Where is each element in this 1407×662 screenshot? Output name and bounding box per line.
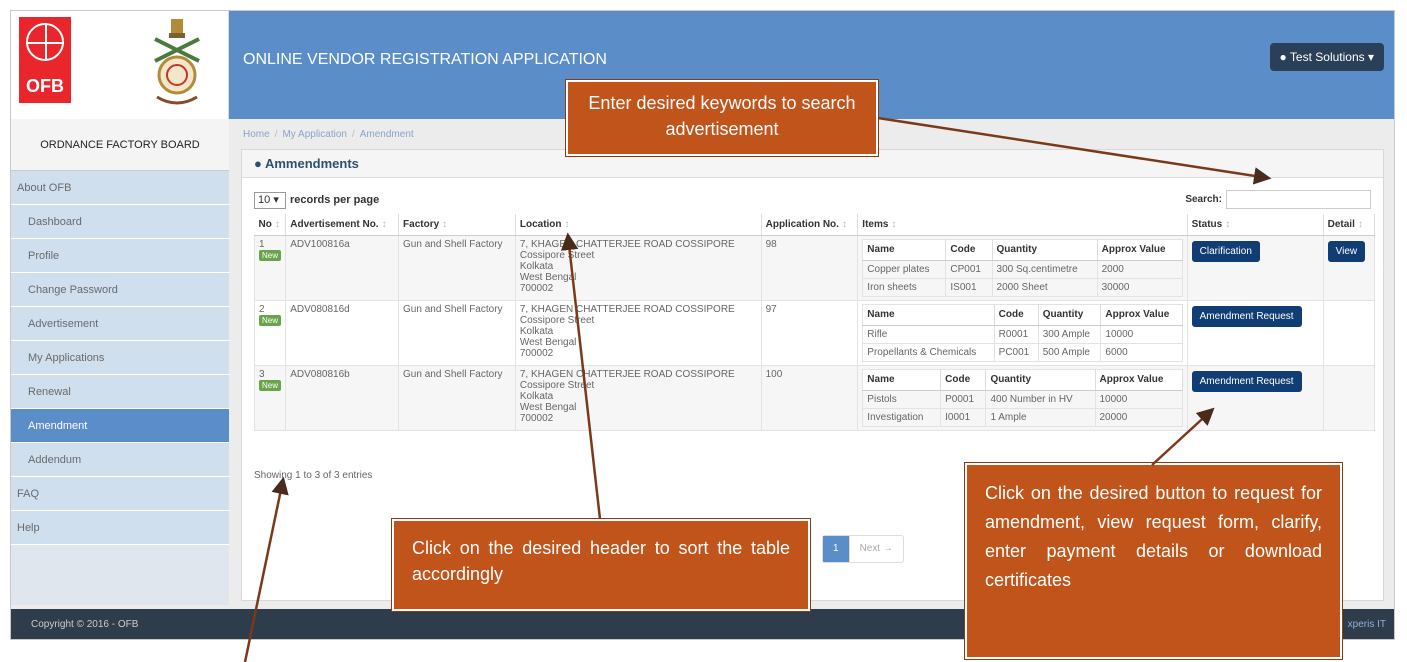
arrow-to-button: [1151, 407, 1215, 466]
arrow-to-info: [243, 476, 289, 662]
arrow-to-search: [877, 116, 1272, 185]
arrow-to-header: [560, 232, 602, 520]
annotation-arrows: [243, 116, 1272, 662]
